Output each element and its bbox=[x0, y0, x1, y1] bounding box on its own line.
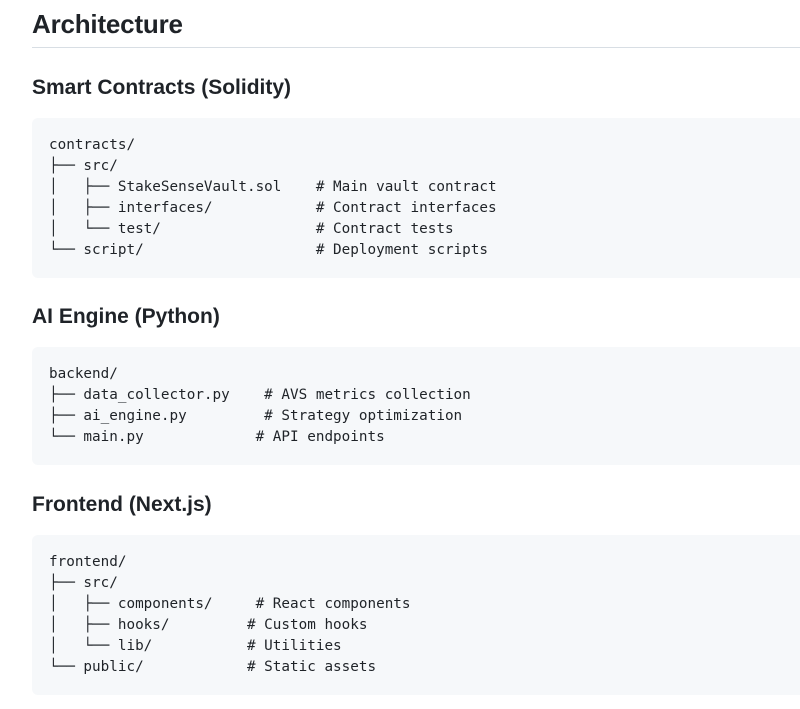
code-line: ├── src/ bbox=[49, 575, 118, 591]
code-line: │ └── lib/ # Utilities bbox=[49, 638, 342, 654]
code-block-ai-engine: backend/ ├── data_collector.py # AVS met… bbox=[32, 347, 800, 465]
code-line: contracts/ bbox=[49, 137, 136, 153]
code-line: │ └── test/ # Contract tests bbox=[49, 221, 454, 237]
code-line: │ ├── components/ # React components bbox=[49, 596, 411, 612]
code-line: └── main.py # API endpoints bbox=[49, 429, 385, 445]
code-line: ├── data_collector.py # AVS metrics coll… bbox=[49, 387, 471, 403]
code-line: │ ├── hooks/ # Custom hooks bbox=[49, 617, 368, 633]
section-title-smart-contracts: Smart Contracts (Solidity) bbox=[32, 76, 292, 99]
code-line: │ ├── StakeSenseVault.sol # Main vault c… bbox=[49, 179, 497, 195]
code-line: │ ├── interfaces/ # Contract interfaces bbox=[49, 200, 497, 216]
section-title-frontend: Frontend (Next.js) bbox=[32, 493, 212, 516]
code-line: frontend/ bbox=[49, 554, 127, 570]
heading-divider bbox=[32, 47, 800, 48]
code-line: └── public/ # Static assets bbox=[49, 659, 377, 675]
section-title-ai-engine: AI Engine (Python) bbox=[32, 305, 220, 328]
page-heading: Architecture bbox=[32, 9, 183, 39]
code-line: backend/ bbox=[49, 366, 118, 382]
code-block-smart-contracts: contracts/ ├── src/ │ ├── StakeSenseVaul… bbox=[32, 118, 800, 278]
code-block-frontend: frontend/ ├── src/ │ ├── components/ # R… bbox=[32, 535, 800, 695]
code-line: └── script/ # Deployment scripts bbox=[49, 242, 488, 258]
code-line: ├── src/ bbox=[49, 158, 118, 174]
code-line: ├── ai_engine.py # Strategy optimization bbox=[49, 408, 463, 424]
